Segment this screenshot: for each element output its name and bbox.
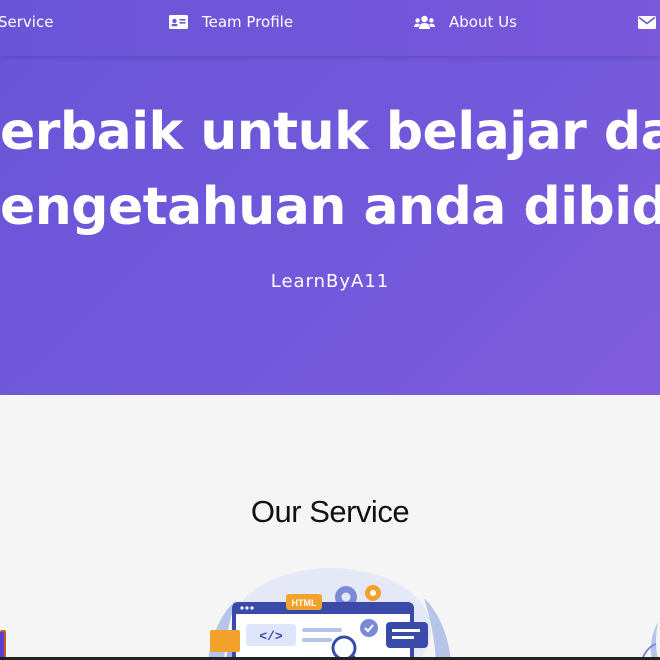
hero-heading-line-1: erbaik untuk belajar dan me [0,102,660,162]
nav-service-label: Service [0,13,54,31]
hero-heading-line-2: engetahuan anda dibidang I [0,177,660,237]
envelope-icon [638,15,656,29]
nav-about-label: About Us [449,13,517,31]
nav-team-label: Team Profile [202,13,294,31]
nav-item-service[interactable]: Service [0,0,53,44]
our-service-title: Our Service [250,494,410,529]
hero-banner: erbaik untuk belajar dan me engetahuan a… [0,56,660,395]
nav-item-about-us[interactable]: About Us [414,0,517,44]
code-symbol: </> [259,629,283,644]
left-card-edge [0,630,6,660]
nav-item-contact[interactable] [638,0,660,44]
nav-item-team-profile[interactable]: Team Profile [169,0,293,44]
hero-subtitle: LearnByA11 [270,271,390,292]
top-navbar: Service Team Profile About Us [0,0,660,56]
users-icon [414,15,435,30]
web-development-illustration: HTML </> [208,568,451,660]
right-leaf-decoration [641,622,658,660]
html-tag-label: HTML [292,598,317,608]
id-card-icon [169,15,188,29]
